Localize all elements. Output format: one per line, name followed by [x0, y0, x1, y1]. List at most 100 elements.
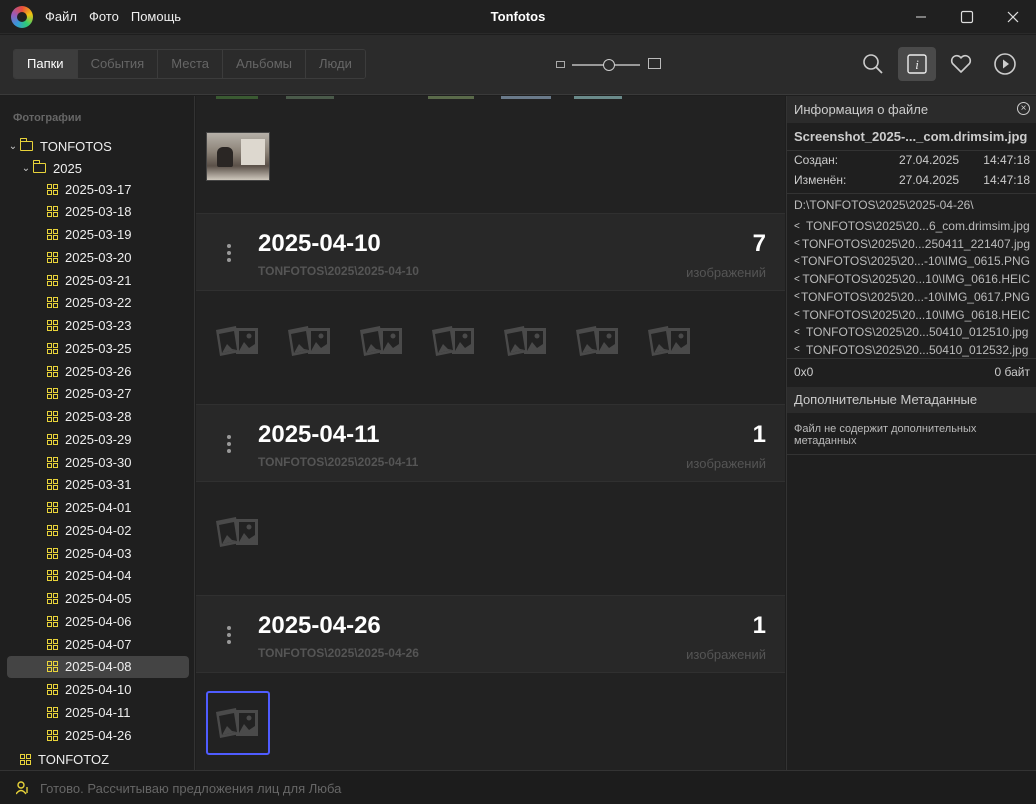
sidebar-folder-item[interactable]: 2025-03-26 [0, 360, 194, 382]
sidebar-folder-item[interactable]: 2025-03-25 [0, 337, 194, 359]
slider-handle[interactable] [603, 59, 616, 71]
linked-file-item[interactable]: < TONFOTOS\2025\20...250411_221407.jpg [794, 236, 1030, 252]
sidebar-folder-item[interactable]: 2025-03-22 [0, 292, 194, 314]
folder-icon [32, 160, 46, 173]
sidebar-folder-item[interactable]: 2025-03-27 [0, 383, 194, 405]
folder-label: 2025-03-19 [65, 227, 132, 242]
maximize-button[interactable] [944, 0, 990, 34]
image-placeholder-icon[interactable] [430, 322, 478, 362]
grid-folder-icon [47, 706, 58, 718]
folder-label: 2025-03-26 [65, 363, 132, 379]
image-placeholder-icon[interactable] [214, 322, 262, 362]
sidebar-folder-item[interactable]: 2025-03-20 [0, 246, 194, 268]
sidebar-folder-item[interactable]: 2025-03-30 [0, 451, 194, 473]
sidebar-folder-item[interactable]: 2025-04-02 [0, 519, 194, 541]
folder-label: 2025-04-04 [65, 568, 132, 584]
image-placeholder-icon[interactable] [286, 322, 334, 362]
tree-root-tonfotoz[interactable]: TONFOTOZ [0, 748, 194, 770]
sidebar-folder-item[interactable]: 2025-03-17 [0, 178, 194, 200]
image-placeholder-icon[interactable] [574, 322, 622, 362]
tab-events[interactable]: События [77, 50, 159, 78]
sidebar-folder-item[interactable]: 2025-03-19 [0, 224, 194, 246]
linked-file-item[interactable]: < TONFOTOS\2025\20...-10\IMG_0617.PNG [794, 289, 1030, 305]
linked-file-path: TONFOTOS\2025\20...50410_012510.jpg [806, 325, 1029, 340]
sidebar-folder-item[interactable]: 2025-04-01 [0, 497, 194, 519]
tab-places[interactable]: Места [158, 50, 223, 78]
info-panel-title: Информация о файле [794, 102, 929, 117]
tree-year[interactable]: ⌄ 2025 [0, 157, 194, 179]
sidebar-folder-item[interactable]: 2025-04-26 [0, 724, 194, 746]
linked-file-item[interactable]: < TONFOTOS\2025\20...6_com.drimsim.jpg [794, 218, 1030, 234]
sidebar-folder-item[interactable]: 2025-04-11 [0, 701, 194, 723]
linked-file-path: TONFOTOS\2025\20...50410_012532.jpg [806, 342, 1029, 357]
grid-folder-icon [20, 753, 31, 765]
folder-label: 2025-04-08 [65, 659, 132, 675]
size-value: 0 байт [994, 365, 1030, 379]
sidebar-folder-item[interactable]: 2025-03-18 [0, 201, 194, 223]
folder-label: 2025-03-22 [65, 295, 132, 311]
sidebar-folder-item[interactable]: 2025-03-28 [0, 406, 194, 428]
file-name: Screenshot_2025-..._com.drimsim.jpg [794, 129, 1028, 144]
linked-file-item[interactable]: < TONFOTOS\2025\20...10\IMG_0618.HEIC [794, 307, 1030, 323]
menu-file[interactable]: Файл [45, 9, 77, 24]
grid-folder-icon [47, 251, 58, 263]
sidebar-folder-item[interactable]: 2025-04-04 [0, 565, 194, 587]
image-placeholder-icon[interactable] [502, 322, 550, 362]
group-menu-button[interactable] [227, 244, 231, 262]
search-button[interactable] [854, 47, 892, 81]
image-placeholder-icon[interactable] [646, 322, 694, 362]
sidebar-folder-item[interactable]: 2025-03-29 [0, 428, 194, 450]
thumbnail-strip-remnant [216, 96, 622, 99]
folder-label: 2025-03-23 [65, 318, 132, 333]
linked-file-item[interactable]: < TONFOTOS\2025\20...-10\IMG_0615.PNG [794, 253, 1030, 269]
sidebar-folder-item[interactable]: 2025-04-08 [7, 655, 189, 678]
sidebar-folder-item[interactable]: 2025-03-31 [0, 474, 194, 496]
sidebar-folder-item[interactable]: 2025-04-05 [0, 588, 194, 610]
divider [787, 358, 1036, 359]
image-placeholder-icon[interactable] [214, 704, 262, 744]
sidebar-folder-item[interactable]: 2025-03-23 [0, 315, 194, 337]
share-link-icon: < [794, 238, 800, 250]
sidebar-folder-item[interactable]: 2025-03-21 [0, 269, 194, 291]
close-button[interactable] [990, 0, 1036, 34]
info-button[interactable]: i [898, 47, 936, 81]
group-menu-button[interactable] [227, 435, 231, 453]
folder-label: 2025-04-05 [65, 591, 132, 606]
grid-folder-icon [47, 547, 58, 559]
group-title: 2025-04-10 [258, 230, 381, 257]
favorites-button[interactable] [942, 47, 980, 81]
minimize-button[interactable] [898, 0, 944, 34]
slideshow-button[interactable] [986, 47, 1024, 81]
sidebar-header: Фотографии [13, 112, 82, 124]
sidebar-folder-item[interactable]: 2025-04-07 [0, 633, 194, 655]
image-placeholder-icon[interactable] [358, 322, 406, 362]
grid-folder-icon [47, 615, 58, 627]
sidebar-folder-item[interactable]: 2025-04-03 [0, 542, 194, 564]
group-count: 7 [752, 230, 766, 257]
linked-file-item[interactable]: < TONFOTOS\2025\20...50410_012510.jpg [794, 324, 1030, 340]
folder-label: 2025-03-17 [65, 181, 132, 197]
created-time: 14:47:18 [983, 153, 1030, 167]
chevron-down-icon[interactable]: ⌄ [21, 163, 31, 174]
group-menu-button[interactable] [227, 626, 231, 644]
tree-root-tonfotos[interactable]: ⌄ TONFOTOS [0, 135, 194, 157]
linked-file-path: TONFOTOS\2025\20...-10\IMG_0617.PNG [801, 289, 1030, 304]
linked-file-item[interactable]: < TONFOTOS\2025\20...10\IMG_0616.HEIC [794, 271, 1030, 287]
sidebar-folder-item[interactable]: 2025-04-06 [0, 610, 194, 632]
menu-photo[interactable]: Фото [89, 9, 119, 24]
image-placeholder-icon[interactable] [214, 513, 262, 553]
linked-file-path: TONFOTOS\2025\20...-10\IMG_0615.PNG [801, 254, 1030, 269]
tab-people[interactable]: Люди [305, 50, 365, 78]
sidebar-folder-item[interactable]: 2025-04-10 [0, 679, 194, 701]
photo-thumbnail[interactable] [206, 132, 270, 181]
folder-label: 2025-03-31 [65, 477, 132, 493]
close-panel-icon[interactable]: × [1017, 102, 1030, 115]
menu-help[interactable]: Помощь [131, 9, 181, 24]
thumbnail-size-slider[interactable] [556, 57, 662, 73]
tab-albums[interactable]: Альбомы [222, 50, 306, 78]
chevron-down-icon[interactable]: ⌄ [8, 141, 18, 152]
tab-folders[interactable]: Папки [14, 50, 78, 78]
folder-label: 2025-04-10 [65, 682, 132, 697]
file-info-panel: Информация о файле × Screenshot_2025-...… [786, 96, 1036, 770]
linked-file-item[interactable]: < TONFOTOS\2025\20...50410_012532.jpg [794, 342, 1030, 358]
